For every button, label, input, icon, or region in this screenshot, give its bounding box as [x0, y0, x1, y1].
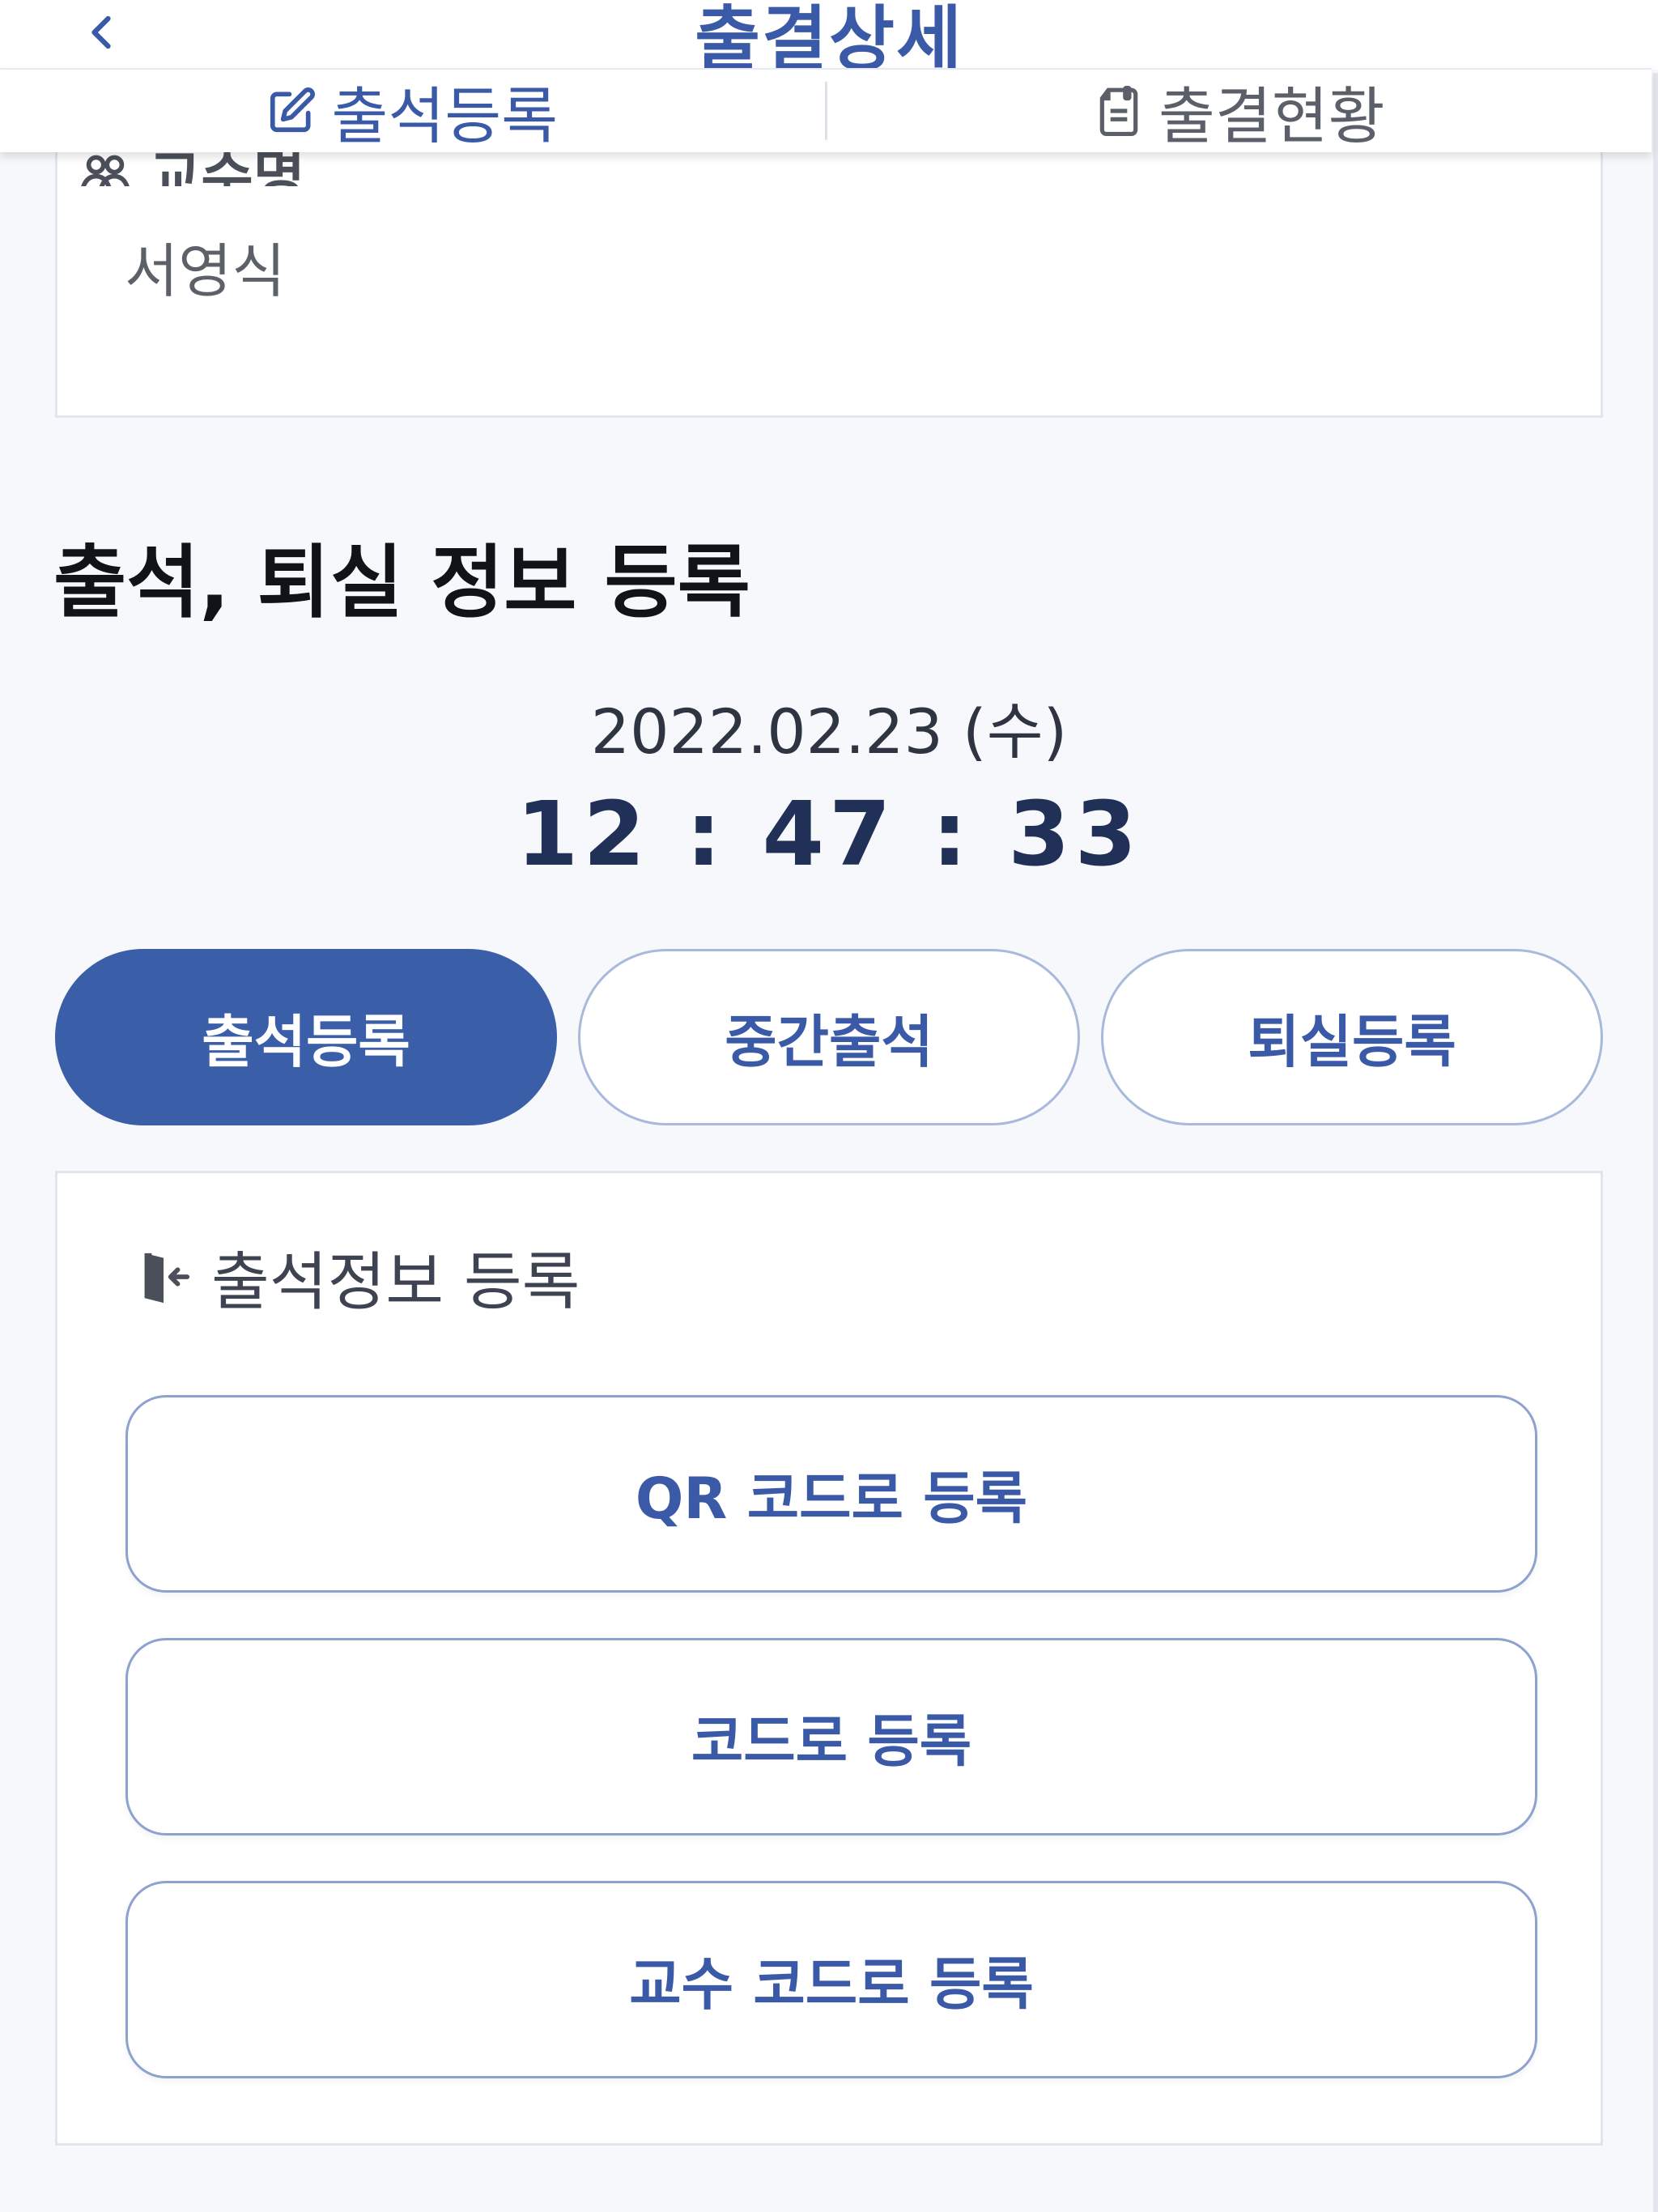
current-date: 2022.02.23 (수) — [590, 696, 1068, 768]
door-enter-icon — [135, 1246, 192, 1308]
register-card-heading: 출석정보 등록 — [135, 1231, 580, 1322]
section-title: 출석, 퇴실 정보 등록 — [53, 537, 750, 629]
tab-label: 출결현황 — [1158, 80, 1385, 152]
app-header: 출결상세 — [0, 0, 1658, 81]
segment-check-out[interactable]: 퇴실등록 — [1101, 949, 1603, 1125]
attendance-register-card: 출석정보 등록 QR 코드로 등록 코드로 등록 교수 코드로 등록 — [55, 1171, 1603, 2146]
scrollbar-track — [1653, 73, 1658, 2212]
tab-label: 출석등록 — [331, 80, 559, 152]
attendance-type-selector: 출석등록 중간출석 퇴실등록 — [55, 949, 1603, 1125]
register-heading-label: 출석정보 등록 — [211, 1246, 580, 1319]
register-code-button[interactable]: 코드로 등록 — [125, 1638, 1537, 1836]
tab-attendance-register[interactable]: 출석등록 — [0, 70, 825, 152]
tab-bar: 출석등록 출결현황 — [0, 68, 1652, 152]
tab-attendance-status[interactable]: 출결현황 — [827, 70, 1652, 152]
edit-icon — [266, 86, 317, 136]
professor-name: 서영식 — [125, 237, 286, 305]
current-time: 12 : 47 : 33 — [516, 782, 1142, 886]
register-qr-code-button[interactable]: QR 코드로 등록 — [125, 1395, 1537, 1593]
register-professor-code-button[interactable]: 교수 코드로 등록 — [125, 1881, 1537, 2078]
attendance-detail-screen: 교수명 서영식 출결상세 출석등록 출결현황 출석, 퇴실 정보 등록 2022… — [0, 0, 1658, 2212]
segment-check-in[interactable]: 출석등록 — [55, 949, 557, 1125]
segment-mid-check[interactable]: 중간출석 — [578, 949, 1080, 1125]
document-icon — [1094, 83, 1144, 139]
